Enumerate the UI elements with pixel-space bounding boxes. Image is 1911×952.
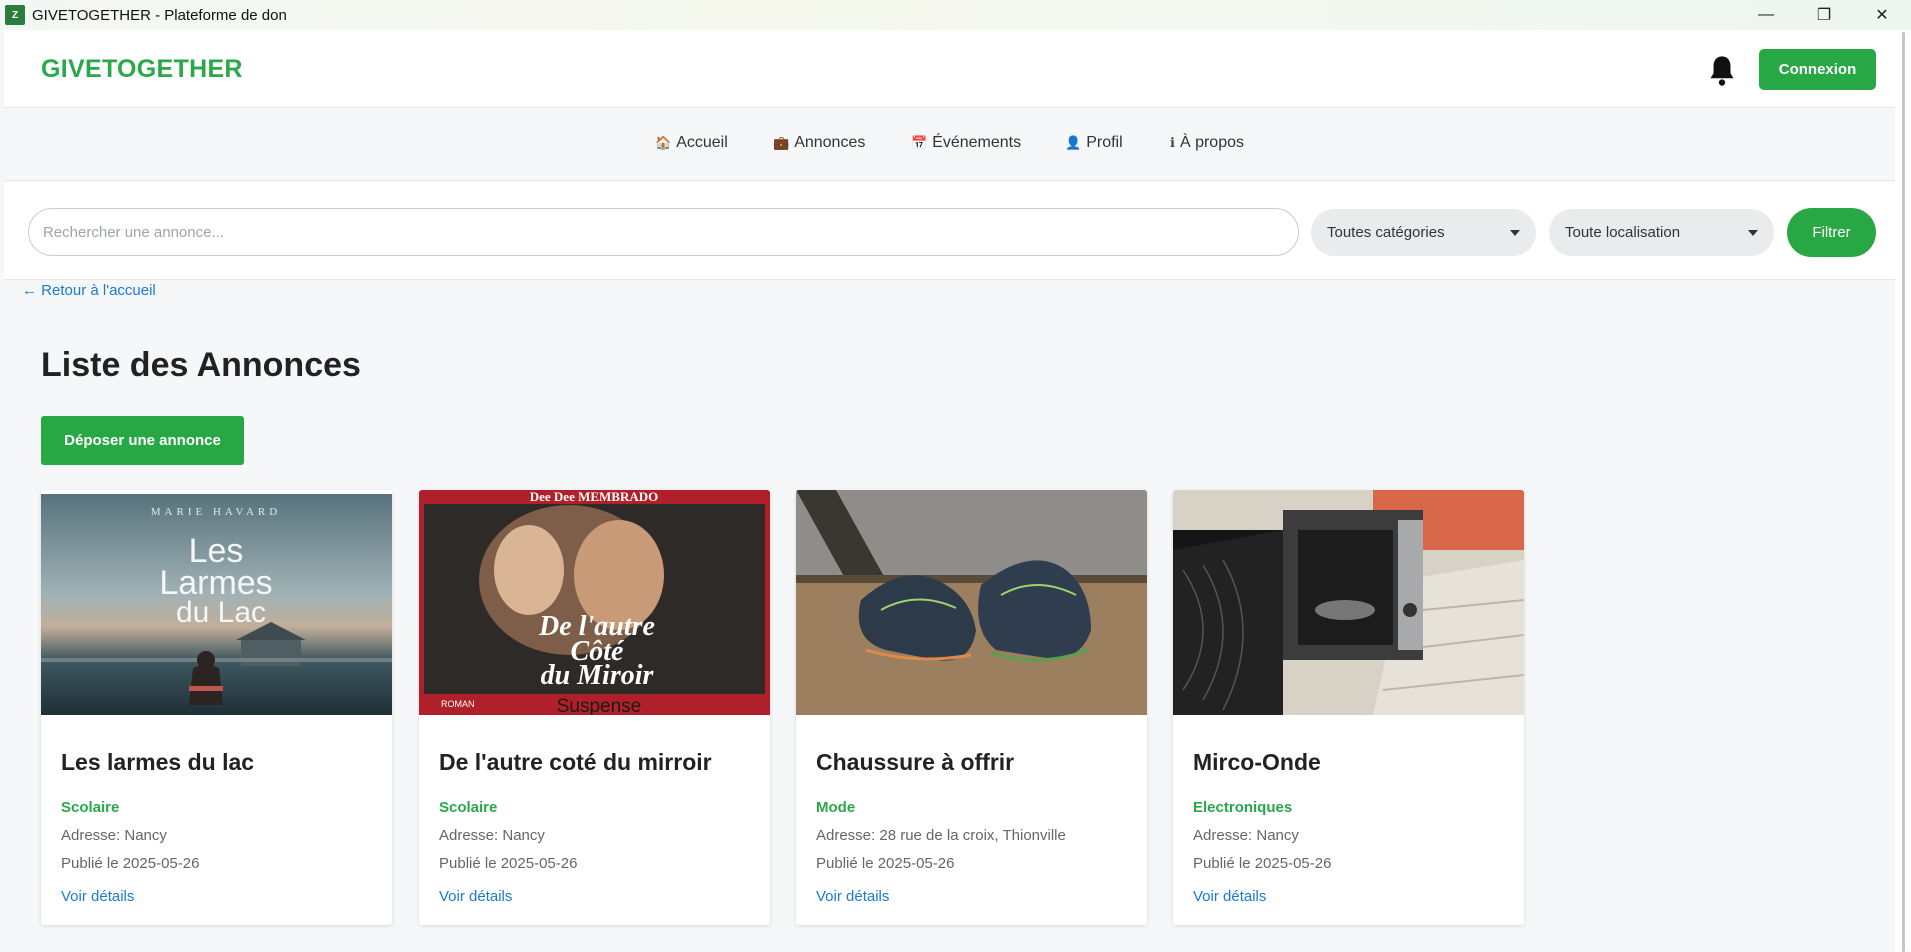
book-title-line: du Lac: [176, 596, 266, 629]
page-title: Liste des Annonces: [41, 346, 361, 384]
listing-address: Adresse: Nancy: [61, 827, 167, 844]
app-icon: Z: [5, 5, 25, 25]
view-details-link[interactable]: Voir détails: [439, 888, 512, 905]
listing-title: Mirco-Onde: [1193, 749, 1321, 775]
location-select-value: Toute localisation: [1565, 224, 1681, 241]
listing-address: Adresse: Nancy: [1193, 827, 1299, 844]
brand-logo[interactable]: GIVETOGETHER: [41, 55, 243, 84]
listing-card[interactable]: Chaussure à offrir Mode Adresse: 28 rue …: [796, 490, 1147, 925]
nav-item-label: Annonces: [794, 134, 866, 151]
listing-category: Scolaire: [439, 799, 498, 816]
listing-category: Electroniques: [1193, 799, 1293, 816]
post-listing-button[interactable]: Déposer une annonce: [41, 416, 244, 465]
view-details-link[interactable]: Voir détails: [61, 888, 134, 905]
nav-item-label: Événements: [932, 134, 1022, 151]
calendar-icon: 📅: [911, 135, 928, 150]
search-input[interactable]: [28, 208, 1299, 256]
filter-button[interactable]: Filtrer: [1787, 208, 1876, 257]
site-header: GIVETOGETHER Connexion: [4, 30, 1895, 108]
main-nav: 🏠 Accueil 💼 Annonces 📅 Événements 👤 Prof…: [4, 109, 1895, 181]
listing-card[interactable]: Mirco-Onde Electroniques Adresse: Nancy …: [1173, 490, 1524, 925]
view-details-link[interactable]: Voir détails: [1193, 888, 1266, 905]
window-controls: — ❐ ✕: [1737, 0, 1911, 30]
briefcase-icon: 💼: [773, 135, 790, 150]
listing-date: Publié le 2025-05-26: [439, 855, 578, 872]
listing-title: Les larmes du lac: [61, 749, 255, 775]
listing-card[interactable]: MARIE HAVARD Les Larmes du Lac Les larme…: [41, 490, 392, 925]
minimize-button[interactable]: —: [1737, 0, 1795, 30]
listing-image: [796, 490, 1147, 715]
home-icon: 🏠: [655, 135, 672, 150]
nav-item-accueil[interactable]: 🏠 Accueil: [655, 134, 728, 152]
listing-image: MARIE HAVARD Les Larmes du Lac: [41, 494, 392, 715]
nav-item-a-propos[interactable]: ℹ À propos: [1170, 134, 1244, 152]
book-subtitle: Suspense: [557, 696, 642, 715]
listing-category: Scolaire: [61, 799, 120, 816]
window-title: GIVETOGETHER - Plateforme de don: [32, 6, 287, 24]
category-select[interactable]: Toutes catégories: [1311, 209, 1536, 256]
listing-date: Publié le 2025-05-26: [816, 855, 955, 872]
back-link[interactable]: ← Retour à l'accueil: [22, 282, 156, 299]
bell-icon[interactable]: [1707, 54, 1737, 88]
chevron-down-icon: [1748, 230, 1758, 236]
nav-item-evenements[interactable]: 📅 Événements: [911, 134, 1021, 152]
book-genre: ROMAN: [441, 699, 475, 709]
listing-title: Chaussure à offrir: [816, 749, 1015, 775]
view-details-link[interactable]: Voir détails: [816, 888, 889, 905]
listing-image: [1173, 490, 1524, 715]
book-author: Dee Dee MEMBRADO: [530, 490, 659, 504]
window-titlebar: Z GIVETOGETHER - Plateforme de don — ❐ ✕: [0, 0, 1911, 30]
listing-address: Adresse: 28 rue de la croix, Thionville: [816, 827, 1066, 844]
nav-item-label: Profil: [1086, 134, 1123, 151]
listing-card[interactable]: Dee Dee MEMBRADO De l'autre Côté du Miro…: [419, 490, 770, 925]
info-icon: ℹ: [1170, 135, 1175, 150]
book-title-line: du Miroir: [541, 660, 655, 691]
listing-date: Publié le 2025-05-26: [61, 855, 200, 872]
listing-title: De l'autre coté du mirroir: [439, 749, 712, 775]
close-button[interactable]: ✕: [1853, 0, 1911, 30]
user-icon: 👤: [1065, 135, 1082, 150]
listing-image: Dee Dee MEMBRADO De l'autre Côté du Miro…: [419, 490, 770, 715]
category-select-value: Toutes catégories: [1327, 224, 1445, 241]
listing-date: Publié le 2025-05-26: [1193, 855, 1332, 872]
chevron-down-icon: [1510, 230, 1520, 236]
login-button[interactable]: Connexion: [1759, 49, 1876, 90]
restore-button[interactable]: ❐: [1795, 0, 1853, 30]
listing-address: Adresse: Nancy: [439, 827, 545, 844]
location-select[interactable]: Toute localisation: [1549, 209, 1774, 256]
search-bar: Toutes catégories Toute localisation Fil…: [4, 182, 1895, 280]
nav-item-label: À propos: [1179, 134, 1244, 151]
scrollbar-thumb[interactable]: [1902, 32, 1905, 952]
nav-item-annonces[interactable]: 💼 Annonces: [773, 134, 865, 152]
scrollbar[interactable]: [1895, 30, 1911, 952]
listing-category: Mode: [816, 799, 856, 816]
nav-item-label: Accueil: [676, 134, 728, 151]
nav-item-profil[interactable]: 👤 Profil: [1065, 134, 1123, 152]
book-author: MARIE HAVARD: [151, 506, 281, 518]
